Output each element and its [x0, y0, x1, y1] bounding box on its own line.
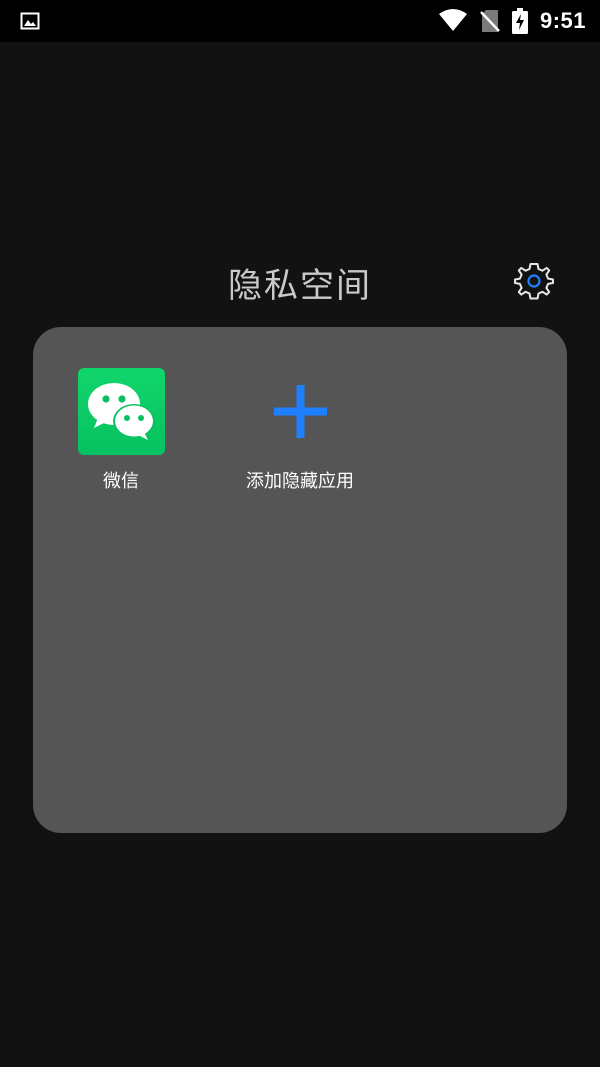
plus-icon	[257, 368, 344, 455]
hidden-apps-card: 微信 添加隐藏应用	[33, 327, 567, 833]
app-wechat[interactable]: 微信	[46, 368, 196, 493]
status-time: 9:51	[539, 8, 586, 33]
gear-icon[interactable]	[514, 261, 554, 301]
image-icon	[20, 12, 40, 30]
wifi-icon	[438, 9, 467, 31]
no-sim-icon	[480, 10, 500, 32]
app-label-add: 添加隐藏应用	[246, 471, 354, 492]
status-bar: 9:51	[0, 0, 600, 42]
battery-charging-icon	[511, 8, 528, 34]
add-hidden-app-button[interactable]: 添加隐藏应用	[225, 368, 375, 493]
page-title: 隐私空间	[228, 266, 372, 306]
wechat-icon	[77, 368, 165, 455]
app-label-wechat: 微信	[103, 471, 139, 492]
status-icons: 9:51	[438, 0, 586, 42]
